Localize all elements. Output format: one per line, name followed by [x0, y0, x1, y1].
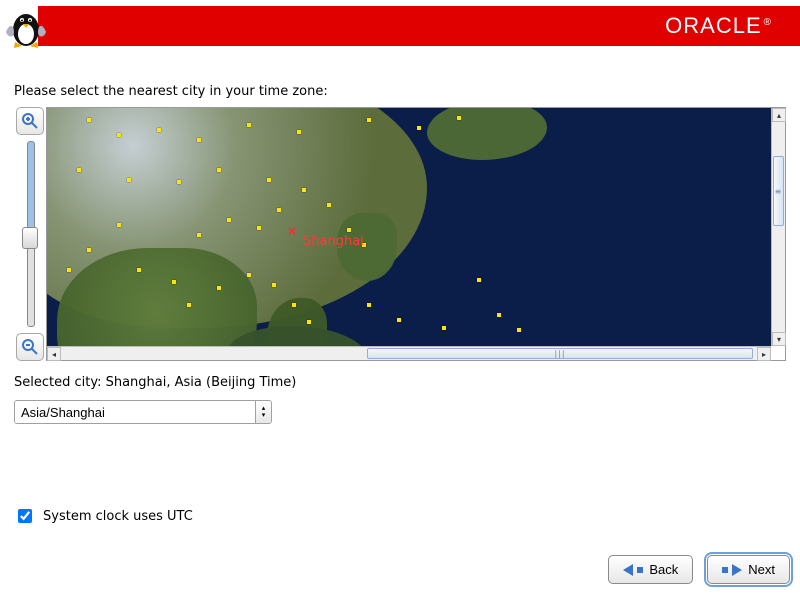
tux-icon [4, 2, 48, 50]
city-dot[interactable] [247, 273, 251, 277]
scroll-right-arrow[interactable]: ▸ [757, 347, 771, 361]
utc-checkbox[interactable] [18, 509, 32, 523]
horizontal-scroll-thumb[interactable]: ||| [367, 348, 753, 359]
prompt-label: Please select the nearest city in your t… [14, 84, 786, 99]
city-dot[interactable] [117, 223, 121, 227]
map-row: × Shanghai ▴ ≡ ▾ ◂ ||| ▸ [14, 107, 786, 361]
city-dot[interactable] [307, 320, 311, 324]
city-dot[interactable] [347, 228, 351, 232]
land-kamchatka [427, 108, 547, 160]
installer-header: ORACLE® [0, 0, 800, 46]
selected-city-text: Selected city: Shanghai, Asia (Beijing T… [14, 375, 786, 390]
city-dot[interactable] [137, 268, 141, 272]
city-dot[interactable] [297, 130, 301, 134]
city-dot[interactable] [187, 303, 191, 307]
city-dot[interactable] [477, 278, 481, 282]
city-dot[interactable] [67, 268, 71, 272]
timezone-input[interactable] [15, 401, 255, 423]
city-dot[interactable] [157, 128, 161, 132]
oracle-logo: ORACLE® [665, 13, 772, 39]
registered-icon: ® [764, 17, 772, 28]
city-dot[interactable] [267, 178, 271, 182]
content-area: Please select the nearest city in your t… [14, 84, 786, 424]
scroll-left-arrow[interactable]: ◂ [47, 347, 61, 361]
city-dot[interactable] [127, 178, 131, 182]
city-dot[interactable] [397, 318, 401, 322]
utc-checkbox-row[interactable]: System clock uses UTC [14, 506, 193, 526]
wizard-footer: Back Next [608, 555, 790, 584]
scroll-up-arrow[interactable]: ▴ [772, 108, 786, 122]
chevron-down-icon: ▾ [262, 412, 266, 419]
city-dot[interactable] [272, 283, 276, 287]
map-horizontal-scrollbar[interactable]: ◂ ||| ▸ [47, 346, 771, 360]
city-dot[interactable] [77, 168, 81, 172]
arrow-left-icon [623, 564, 633, 576]
city-dot[interactable] [277, 208, 281, 212]
city-dot[interactable] [217, 168, 221, 172]
timezone-combo[interactable]: ▴ ▾ [14, 400, 272, 424]
next-button[interactable]: Next [707, 555, 790, 584]
city-dot[interactable] [417, 126, 421, 130]
scroll-down-arrow[interactable]: ▾ [772, 332, 786, 346]
city-dot[interactable] [302, 188, 306, 192]
zoom-out-icon [21, 338, 39, 356]
city-dot[interactable] [257, 226, 261, 230]
arrow-right-icon [732, 564, 742, 576]
header-stripe: ORACLE® [38, 6, 800, 46]
city-dot[interactable] [117, 133, 121, 137]
city-dot[interactable] [367, 303, 371, 307]
selected-city-label-overlay: Shanghai [303, 234, 364, 249]
arrow-stem-icon [722, 567, 728, 573]
zoom-out-button[interactable] [16, 333, 44, 361]
city-dot[interactable] [247, 123, 251, 127]
oracle-logo-text: ORACLE [665, 13, 761, 38]
map-vertical-scrollbar[interactable]: ▴ ≡ ▾ [771, 108, 785, 346]
map-viewport[interactable]: × Shanghai [47, 108, 771, 346]
city-dot[interactable] [442, 326, 446, 330]
back-button[interactable]: Back [608, 555, 693, 584]
city-dot[interactable] [172, 280, 176, 284]
combo-stepper[interactable]: ▴ ▾ [255, 401, 271, 423]
city-dot[interactable] [327, 203, 331, 207]
city-dot[interactable] [197, 233, 201, 237]
city-dot[interactable] [457, 116, 461, 120]
city-dot[interactable] [367, 118, 371, 122]
city-dot[interactable] [517, 328, 521, 332]
timezone-map[interactable]: × Shanghai ▴ ≡ ▾ ◂ ||| ▸ [46, 107, 786, 361]
city-dot[interactable] [87, 118, 91, 122]
city-dot[interactable] [292, 303, 296, 307]
city-dot[interactable] [87, 248, 91, 252]
zoom-slider-thumb[interactable] [22, 227, 38, 249]
city-dot[interactable] [177, 180, 181, 184]
vertical-scroll-thumb[interactable]: ≡ [773, 156, 784, 226]
arrow-stem-icon [637, 567, 643, 573]
zoom-in-icon [21, 112, 39, 130]
zoom-controls [14, 107, 46, 361]
city-dot[interactable] [497, 313, 501, 317]
selected-city-marker: × [287, 226, 297, 236]
zoom-in-button[interactable] [16, 107, 44, 135]
next-button-label: Next [748, 562, 775, 577]
city-dot[interactable] [197, 138, 201, 142]
city-dot[interactable] [227, 218, 231, 222]
utc-checkbox-label: System clock uses UTC [43, 509, 193, 524]
back-button-label: Back [649, 562, 678, 577]
city-dot[interactable] [217, 286, 221, 290]
